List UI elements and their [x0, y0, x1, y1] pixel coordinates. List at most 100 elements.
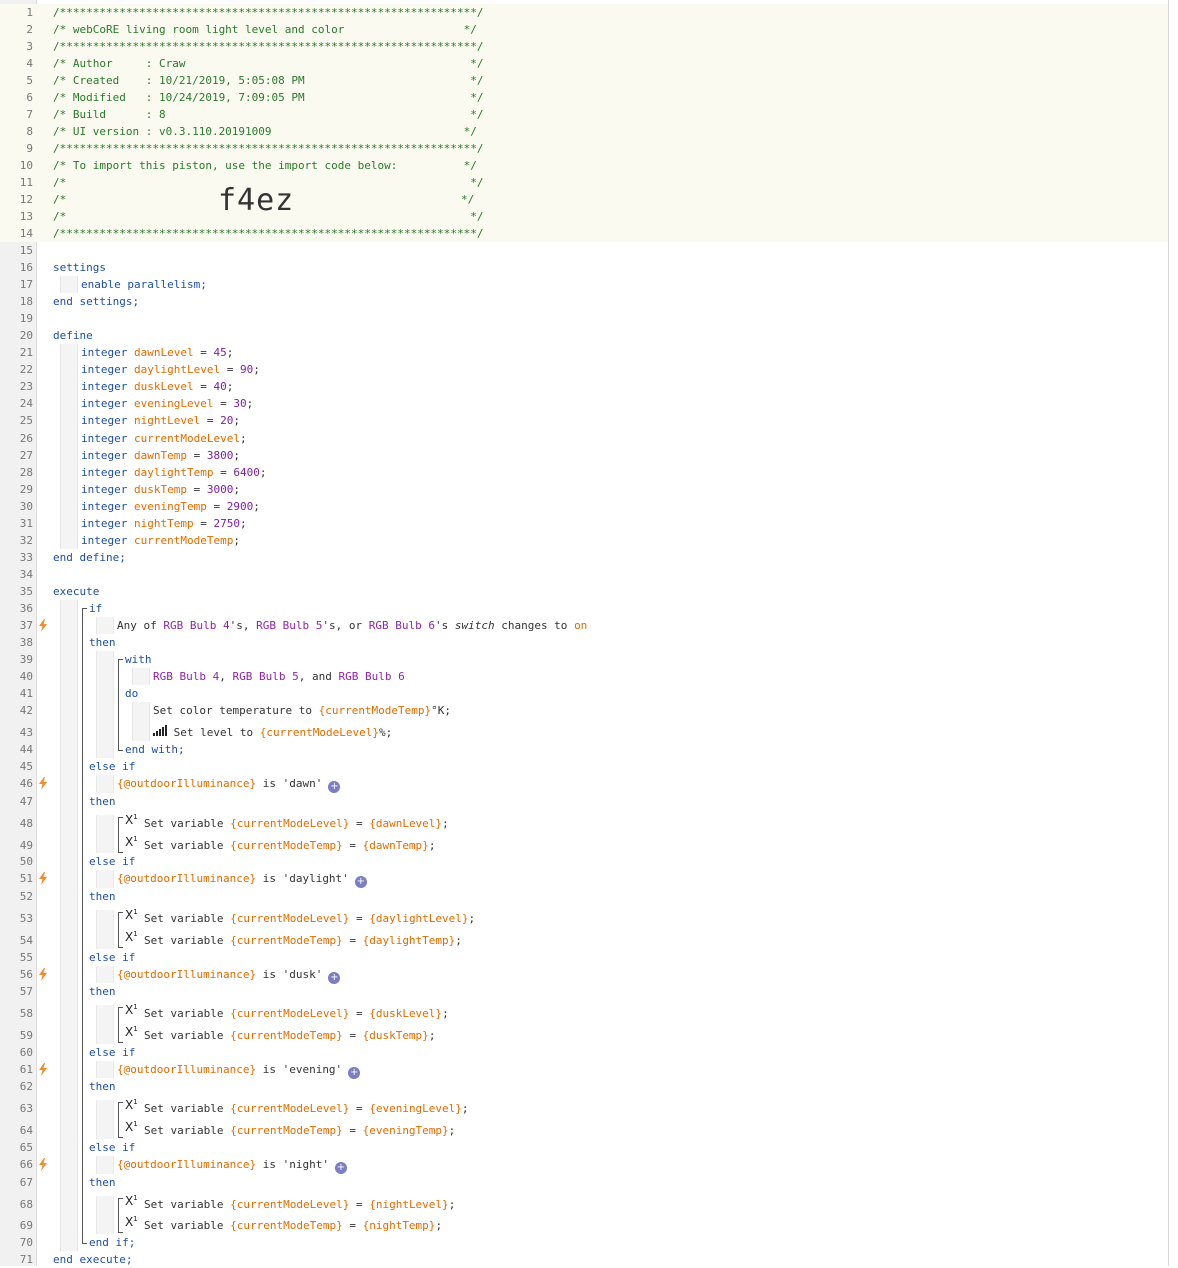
end-with: end with;	[125, 743, 185, 756]
code-text: then	[89, 888, 116, 905]
expression: {currentModeTemp}	[230, 1029, 343, 1042]
line-number: 46	[19, 777, 33, 790]
line-number: 67	[19, 1176, 33, 1189]
execute-keyword: execute	[53, 584, 100, 598]
header-code-suffix: */	[461, 193, 475, 207]
expression: {eveningLevel}	[369, 1102, 462, 1115]
code-text: X1 Set variable {currentModeTemp} = {dusk…	[125, 1025, 435, 1044]
code-line: 3 /**************************************…	[0, 38, 1168, 56]
command-text: Set variable	[144, 1029, 224, 1042]
set-variable-icon-sup: 1	[133, 1003, 138, 1011]
code-line: 20 define	[0, 327, 1168, 344]
var-name: currentModeTemp	[133, 533, 234, 547]
line-number: 33	[19, 550, 33, 564]
set-variable-icon-sup: 1	[133, 1120, 138, 1128]
set-variable-icon-sup: 1	[133, 1025, 138, 1033]
code-line: 57 then	[0, 983, 1168, 1000]
code-line: 50 else if	[0, 853, 1168, 870]
line-number: 61	[19, 1063, 33, 1076]
end-if: end if;	[89, 1236, 136, 1249]
is-keyword: is	[262, 872, 276, 885]
command-text: Set variable	[144, 1198, 224, 1211]
line-number: 5	[26, 74, 33, 88]
code-text: then	[89, 983, 116, 1000]
separator: , or	[335, 619, 369, 632]
trigger-value: on	[574, 619, 588, 632]
line-number: 65	[19, 1141, 33, 1154]
settings-item: enable parallelism;	[81, 278, 207, 292]
code-line: 58 X1 Set variable {currentModeLevel} = {d…	[0, 1003, 1168, 1022]
execute-end: end execute;	[53, 1253, 133, 1266]
code-line: 53 X1 Set variable {currentModeLevel} = {d…	[0, 908, 1168, 927]
code-text: then	[89, 1174, 116, 1191]
command-text: Set variable	[144, 1124, 224, 1137]
header-code-prefix: /*	[53, 193, 67, 207]
device-name: RGB Bulb 6	[368, 619, 435, 632]
add-condition-button[interactable]: +	[354, 876, 367, 888]
code-text: end define;	[53, 549, 126, 566]
set-variable-icon-sup: 1	[133, 1194, 138, 1202]
code-text: end with;	[125, 741, 185, 758]
scrollbar-track[interactable]	[1168, 0, 1178, 1266]
code-text: /* UI version : v0.3.110.20191009 */	[53, 123, 477, 140]
code-text: /* Author : Craw */	[53, 55, 483, 72]
line-number: 58	[19, 1007, 33, 1020]
device-name: RGB Bulb 6	[338, 670, 405, 683]
code-text: /* */	[53, 191, 474, 208]
header-border: /***************************************…	[53, 6, 484, 19]
code-text: X1 Set variable {currentModeLevel} = {daw…	[125, 813, 449, 832]
code-text: enable parallelism;	[81, 276, 207, 293]
code-text: X1 Set variable {currentModeLevel} = {eve…	[125, 1098, 469, 1117]
set-variable-icon: X1	[125, 1190, 138, 1210]
block-bracket	[118, 659, 123, 751]
trigger-bolt-icon	[39, 619, 47, 632]
code-line: 31 integer nightTemp = 2750;	[0, 515, 1168, 532]
expression: {currentModeTemp}	[230, 934, 343, 947]
var-name: dawnTemp	[133, 448, 187, 462]
line-number: 20	[19, 329, 33, 343]
line-number: 2	[26, 23, 33, 37]
condition-value: 'dusk'	[282, 968, 323, 981]
line-number: 44	[19, 743, 33, 756]
header-border: /***************************************…	[53, 40, 484, 54]
header-border: /***************************************…	[53, 227, 484, 241]
trigger-attribute: switch	[454, 619, 495, 632]
code-line: 52 then	[0, 888, 1168, 905]
var-type: integer	[81, 346, 128, 360]
expression: {duskTemp}	[362, 1029, 429, 1042]
add-condition-button[interactable]: +	[334, 1162, 347, 1174]
code-line: 56 {@outdoorIlluminance} is 'dusk' +	[0, 966, 1168, 984]
code-line: 43 Set level to {currentModeLevel}%;	[0, 724, 1168, 741]
code-text: else if	[89, 1044, 135, 1061]
line-number: 7	[26, 108, 33, 122]
expression: {currentModeLevel}	[230, 1198, 350, 1211]
add-condition-button[interactable]: +	[328, 781, 341, 793]
set-variable-icon: X1	[125, 1211, 138, 1231]
code-line: 7 /* Build : 8 */	[0, 106, 1168, 124]
var-name: duskTemp	[133, 482, 187, 496]
expression: {nightTemp}	[362, 1219, 436, 1232]
line-number: 26	[19, 431, 33, 445]
code-line: 67 then	[0, 1174, 1168, 1191]
command-text: Set variable	[144, 1007, 224, 1020]
var-type: integer	[81, 499, 128, 513]
var-value: 2900	[226, 499, 254, 513]
code-line: 59 X1 Set variable {currentModeTemp} = {du…	[0, 1025, 1168, 1044]
else-if-keyword: else if	[89, 760, 136, 773]
condition-value: 'evening'	[282, 1063, 343, 1076]
code-text: integer nightLevel = 20;	[81, 414, 240, 428]
set-variable-icon-sup: 1	[133, 1098, 138, 1106]
line-number: 1	[26, 6, 33, 19]
line-number: 53	[19, 912, 33, 925]
var-name: dawnLevel	[133, 346, 194, 360]
set-variable-icon-sup: 1	[133, 908, 138, 916]
line-number: 6	[26, 91, 33, 105]
statement-group-bracket	[118, 1198, 123, 1233]
trigger-any: Any of	[117, 619, 157, 632]
command-text: Set variable	[144, 817, 224, 830]
line-number: 36	[19, 601, 33, 615]
expression: {@outdoorIlluminance}	[117, 1158, 257, 1171]
var-name: daylightLevel	[133, 363, 221, 377]
expression: {@outdoorIlluminance}	[117, 777, 257, 790]
code-text: /***************************************…	[53, 225, 483, 242]
